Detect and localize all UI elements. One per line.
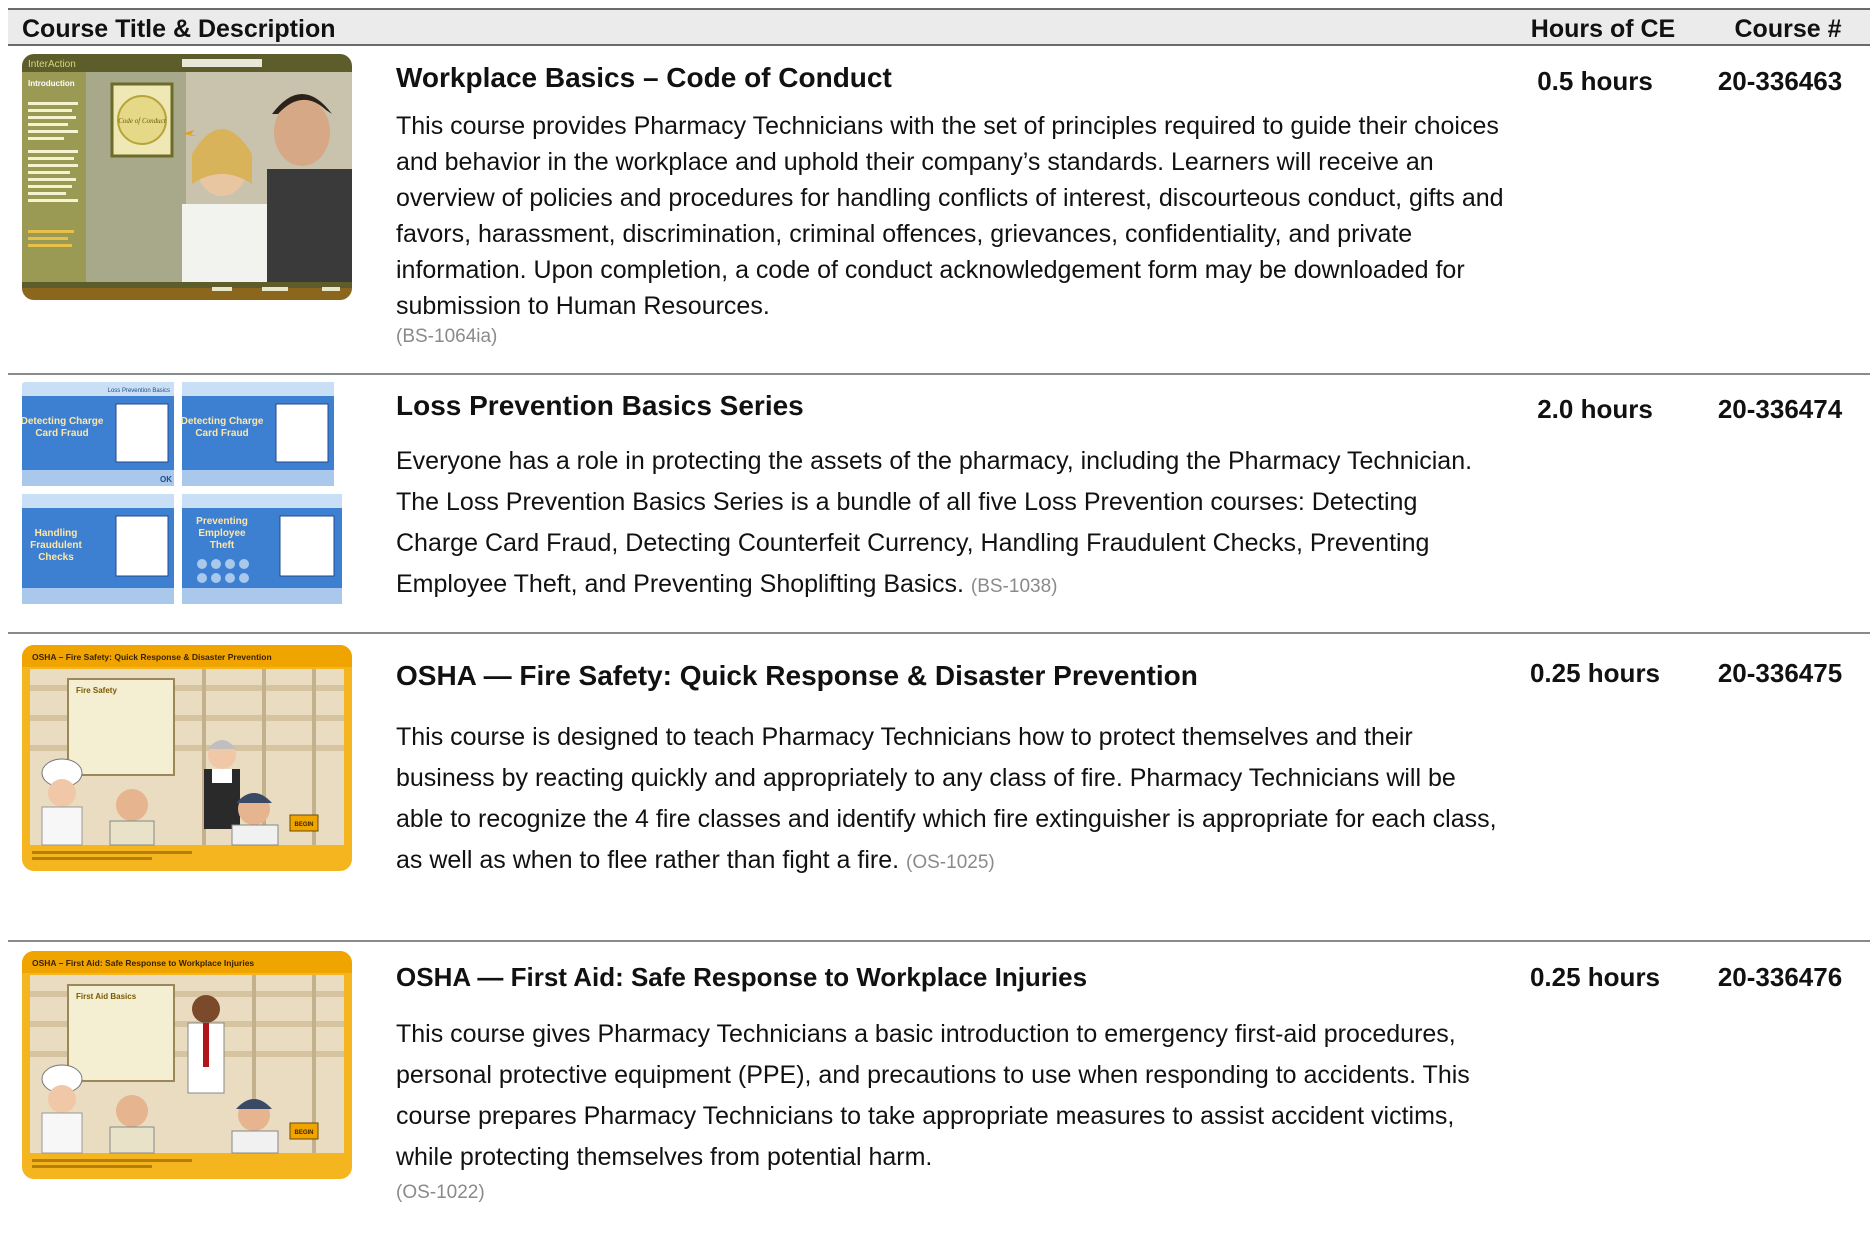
tile-title: Fraudulent [30,540,82,551]
course-hours: 0.5 hours [1537,66,1653,96]
course-description: Everyone has a role in protecting the as… [396,441,1506,607]
tile-title: Card Fraud [195,428,248,439]
table-header: Course Title & Description Hours of CE C… [8,8,1870,46]
board-title: Fire Safety [76,686,117,695]
interaction-brand: InterAction [28,59,76,70]
fire-safety-thumbnail: OSHA – Fire Safety: Quick Response & Dis… [22,645,352,871]
course-description: This course gives Pharmacy Technicians a… [396,1014,1506,1208]
row-divider [8,632,1870,634]
course-title: OSHA — First Aid: Safe Response to Workp… [396,962,1088,992]
loss-banner: Loss Prevention Basics [108,388,170,394]
tile-title: Detecting Charge [22,416,104,427]
tile-title: Card Fraud [35,428,88,439]
tile-title: Detecting Charge [181,416,264,427]
board-title: First Aid Basics [76,992,137,1001]
course-code: (OS-1025) [906,852,995,873]
course-description-text: Everyone has a role in protecting the as… [396,447,1473,598]
course-code: (BS-1038) [970,576,1058,597]
header-hours-of-ce: Hours of CE [1530,15,1676,43]
course-title: Loss Prevention Basics Series [396,390,804,421]
course-title: Workplace Basics – Code of Conduct [396,62,892,93]
course-number: 20-336476 [1717,962,1843,992]
first-aid-thumbnail: OSHA – First Aid: Safe Response to Workp… [22,951,352,1179]
course-description: This course provides Pharmacy Technician… [396,108,1506,350]
tile-title: Preventing [196,516,248,527]
tile-title: Checks [38,552,74,563]
course-code: (OS-1022) [396,1182,485,1203]
intro-heading: Introduction [28,79,75,88]
first-aid-banner: OSHA – First Aid: Safe Response to Workp… [32,958,254,968]
loss-prevention-thumbnail: Loss Prevention Basics Detecting Charge … [22,382,342,606]
row-divider [8,940,1870,942]
course-code: (BS-1064ia) [396,326,498,347]
course-hours: 2.0 hours [1537,394,1653,424]
course-description-text: This course provides Pharmacy Technician… [396,112,1504,320]
course-hours: 0.25 hours [1529,658,1661,688]
course-number: 20-336463 [1717,66,1843,96]
tile-title: Employee [198,528,246,539]
header-course-number: Course # [1734,15,1842,43]
course-hours: 0.25 hours [1529,962,1661,992]
tile-title: Theft [210,540,235,551]
course-number: 20-336475 [1717,658,1843,688]
row-divider [8,373,1870,375]
course-description-text: This course gives Pharmacy Technicians a… [396,1020,1470,1171]
code-of-conduct-thumbnail: InterAction Introduction Code of Conduct [22,54,352,300]
ok-label: OK [160,475,172,484]
tile-title: Handling [35,528,78,539]
conduct-badge: Code of Conduct [118,117,166,125]
begin-label: BEGIN [294,822,313,828]
course-number: 20-336474 [1717,394,1843,424]
fire-banner: OSHA – Fire Safety: Quick Response & Dis… [32,652,272,662]
begin-label: BEGIN [294,1130,313,1136]
course-description: This course is designed to teach Pharmac… [396,717,1506,883]
header-course-title: Course Title & Description [22,15,336,43]
course-catalog-page: Course Title & Description Hours of CE C… [0,0,1870,1245]
course-title: OSHA — Fire Safety: Quick Response & Dis… [396,660,1198,691]
